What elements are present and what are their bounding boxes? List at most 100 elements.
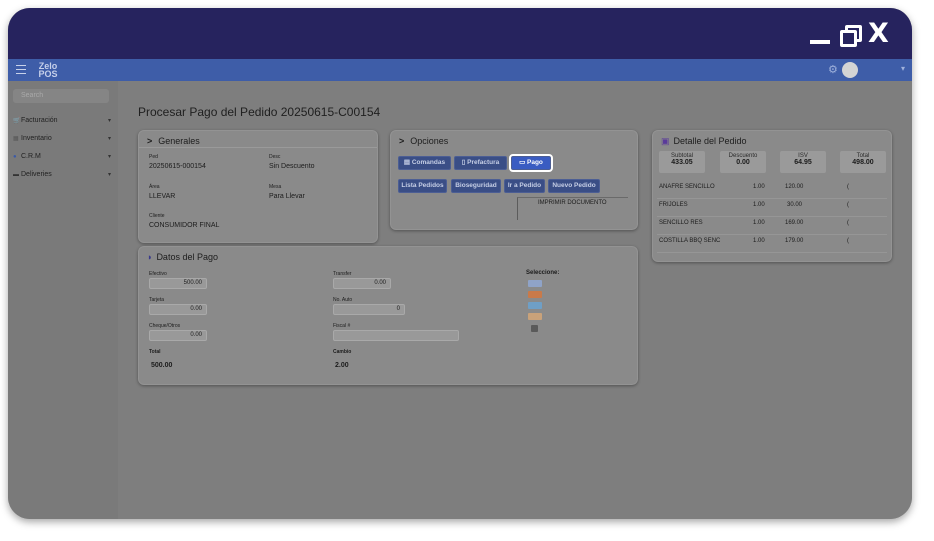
generales-card: > Generales Ped 20250615-000154 Desc Sin … [138,130,378,243]
minimize-icon[interactable] [810,22,830,48]
restore-icon[interactable] [840,22,862,48]
nuevo-pedido-button[interactable]: Nuevo Pedido [548,179,600,193]
ped-value: 20250615-000154 [149,163,206,170]
item-name: ANAFRE SENCILLO [659,184,715,190]
cliente-label: Cliente [149,213,165,219]
tarjeta-input[interactable]: 0.00 [149,304,207,315]
search-input[interactable]: Search [13,89,109,103]
table-row: SENCILLO RES 1.00 169.00 ( [657,216,887,235]
ped-label: Ped [149,154,158,160]
cash-icon: ▭ [519,159,528,166]
chevron-down-icon: ▾ [107,136,111,142]
sidebar-item-crm[interactable]: ● C.R.M ▾ [13,151,111,163]
comandas-button[interactable]: ▤ Comandas [398,156,451,170]
cart-icon: 🛒 [13,118,21,124]
efectivo-label: Efectivo [149,271,167,277]
main-content: Procesar Pago del Pedido 20250615-C00154… [118,81,912,519]
lista-pedidos-button[interactable]: Lista Pedidos [398,179,447,193]
fiscal-label: Fiscal # [333,323,351,329]
select-payment-label: Seleccione: [526,270,560,276]
sidebar-item-label: Inventario [21,135,52,142]
print-document-label: IMPRIMIR DOCUMENTO [538,200,607,206]
item-price: 30.00 [787,202,803,208]
subtotal-stat: Subtotal 433.05 [659,151,705,173]
total-label: Total [149,349,161,355]
sidebar-item-label: Facturación [21,117,58,124]
item-price: 120.00 [785,184,804,190]
noauto-input[interactable]: 0 [333,304,405,315]
menu-icon[interactable] [16,65,26,74]
item-qty: 1.00 [753,184,765,190]
chevron-down-icon: ▾ [107,154,111,160]
receipt-icon: ▣ [661,136,670,146]
mesa-value: Para Llevar [269,193,305,200]
mastercard-icon[interactable] [528,291,542,298]
descuento-stat: Descuento 0.00 [720,151,766,173]
chevron-right-icon: > [399,136,405,146]
people-icon: ● [13,154,17,160]
datos-pago-card: ◗ Datos del Pago Efectivo 500.00 Transfer… [138,246,638,385]
row-action[interactable]: ( [847,238,849,244]
print-document-area[interactable]: IMPRIMIR DOCUMENTO [517,197,628,220]
card-heading: > Opciones [399,136,449,146]
avatar[interactable] [842,62,858,78]
visa-card-icon[interactable] [528,280,542,287]
truck-icon: ▬ [13,172,19,178]
sidebar-item-label: Deliveries [21,171,52,178]
mesa-label: Mesa [269,184,282,190]
pago-button[interactable]: ▭ Pago [509,154,553,172]
chevron-down-icon: ▾ [107,172,111,178]
settings-icon[interactable]: ⚙ [828,63,838,76]
cheque-input[interactable]: 0.00 [149,330,207,341]
sidebar: Search 🛒Facturación ▾ ▦ Inventario ▾ ● C.R… [8,81,118,519]
prefactura-button[interactable]: ▯ Prefactura [454,156,507,170]
table-row: ANAFRE SENCILLO 1.00 120.00 ( [657,180,887,199]
sidebar-item-facturacion[interactable]: 🛒Facturación ▾ [13,115,111,127]
card-heading: ◗ Datos del Pago [147,252,218,262]
item-qty: 1.00 [753,238,765,244]
page-title: Procesar Pago del Pedido 20250615-C00154 [138,105,381,119]
amex-card-icon[interactable] [528,302,542,309]
sidebar-item-label: C.R.M [21,153,41,160]
app-logo: Zelo POS [37,62,59,79]
desc-value: Sin Descuento [269,163,315,170]
table-row: FRIJOLES 1.00 30.00 ( [657,198,887,217]
chevron-down-icon: ▾ [107,118,111,124]
chevron-down-icon[interactable]: ▾ [901,64,905,73]
bioseguridad-button[interactable]: Bioseguridad [451,179,501,193]
isv-stat: ISV 64.95 [780,151,826,173]
item-name: COSTILLA BBQ SENC [659,238,721,244]
fiscal-input[interactable] [333,330,459,341]
cheque-label: Cheque/Otros [149,323,181,329]
row-action[interactable]: ( [847,202,849,208]
efectivo-input[interactable]: 500.00 [149,278,207,289]
transfer-input[interactable]: 0.00 [333,278,391,289]
total-value: 500.00 [151,362,173,369]
transfer-label: Transfer [333,271,352,277]
sidebar-item-inventario[interactable]: ▦ Inventario ▾ [13,133,111,145]
app-header: Zelo POS ⚙ ▾ [8,59,912,81]
desc-label: Desc [269,154,281,160]
area-value: LLEVAR [149,193,176,200]
app-window: X Zelo POS ⚙ ▾ Search 🛒Facturación ▾ ▦ In… [8,8,912,519]
row-action[interactable]: ( [847,220,849,226]
shield-icon: ◗ [147,252,153,262]
noauto-label: No. Auto [333,297,353,303]
row-action[interactable]: ( [847,184,849,190]
table-row: COSTILLA BBQ SENC 1.00 179.00 ( [657,234,887,253]
detalle-pedido-card: ▣ Detalle del Pedido Subtotal 433.05 Descu… [652,130,892,262]
window-titlebar: X [8,8,912,59]
area-label: Área [149,184,160,190]
total-stat: Total 498.00 [840,151,886,173]
discover-card-icon[interactable] [528,313,542,320]
close-icon[interactable]: X [868,20,889,48]
chevron-right-icon: > [147,136,153,146]
sidebar-item-deliveries[interactable]: ▬ Deliveries ▾ [13,169,111,181]
item-qty: 1.00 [753,220,765,226]
ir-a-pedido-button[interactable]: Ir a Pedido [504,179,545,193]
card-heading: > Generales [147,136,200,146]
item-price: 169.00 [785,220,804,226]
cambio-value: 2.00 [335,362,349,369]
cambio-label: Cambio [333,349,352,355]
other-payment-icon[interactable] [531,325,538,332]
